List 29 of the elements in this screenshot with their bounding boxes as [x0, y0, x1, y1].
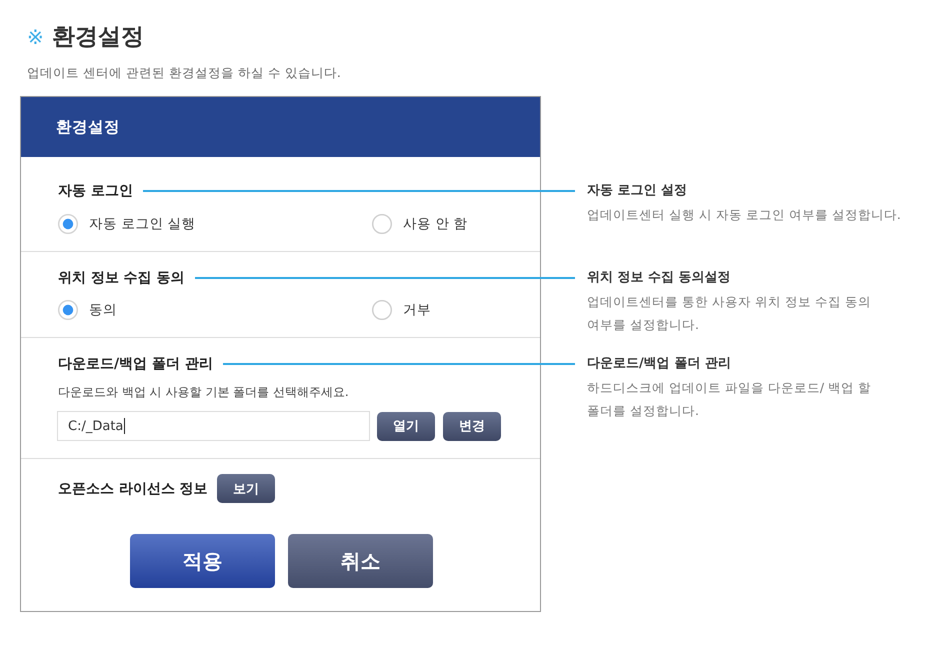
radio-label[interactable]: 동의 [89, 300, 117, 320]
section-label: 자동 로그인 [58, 182, 133, 201]
radio-button[interactable] [58, 300, 78, 320]
cancel-button[interactable]: 취소 [288, 534, 433, 588]
annotation-title: 자동 로그인 설정 [587, 182, 688, 200]
annotation-text: 업데이트센터를 통한 사용자 위치 정보 수집 동의 여부를 설정합니다. [587, 293, 871, 334]
reference-mark: ※ [27, 24, 44, 51]
apply-button[interactable]: 적용 [130, 534, 275, 588]
page-subtitle: 업데이트 센터에 관련된 환경설정을 하실 수 있습니다. [27, 64, 341, 82]
section-label: 오픈소스 라이선스 정보 [58, 480, 208, 498]
radio-button[interactable] [372, 300, 392, 320]
annotation-text: 업데이트센터 실행 시 자동 로그인 여부를 설정합니다. [587, 206, 901, 224]
folder-path-field[interactable]: C:/_Data [57, 411, 370, 441]
folder-button[interactable]: 변경 [443, 412, 501, 440]
annotation-text: 하드디스크에 업데이트 파일을 다운로드/ 백업 할 폴더를 설정합니다. [587, 379, 872, 420]
section-description: 다운로드와 백업 시 사용할 기본 폴더를 선택해주세요. [58, 384, 349, 401]
annotation-title: 다운로드/백업 폴더 관리 [587, 355, 732, 373]
page-title: 환경설정 [52, 23, 144, 52]
radio-label[interactable]: 사용 안 함 [403, 214, 468, 234]
section-label: 위치 정보 수집 동의 [58, 269, 185, 288]
dialog-title: 환경설정 [56, 117, 120, 137]
annotation-title: 위치 정보 수집 동의설정 [587, 269, 732, 287]
view-button[interactable]: 보기 [216, 474, 275, 503]
radio-button[interactable] [372, 214, 392, 234]
radio-label[interactable]: 자동 로그인 실행 [89, 214, 196, 234]
radio-button[interactable] [58, 214, 78, 234]
section-label: 다운로드/백업 폴더 관리 [58, 355, 213, 374]
folder-button[interactable]: 열기 [377, 412, 435, 440]
radio-label[interactable]: 거부 [403, 300, 431, 320]
